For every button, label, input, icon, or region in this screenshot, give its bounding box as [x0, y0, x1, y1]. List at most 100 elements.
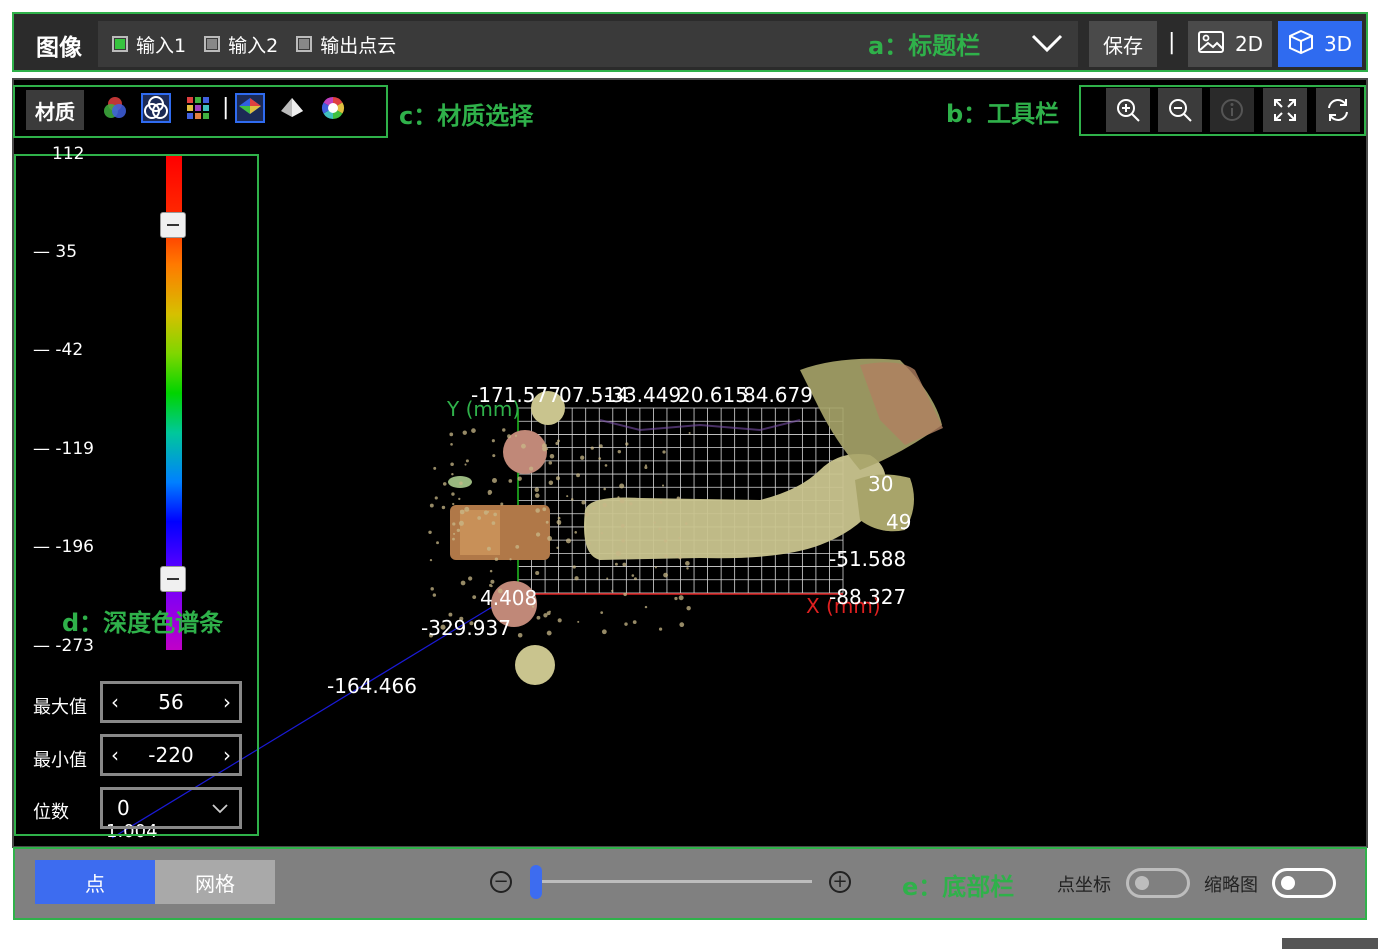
point-speckle [584, 512, 589, 517]
point-speckle [615, 550, 621, 557]
colorbar-tick: 112 [52, 144, 85, 164]
max-value[interactable]: 56 [119, 690, 223, 714]
zoom-in-icon[interactable] [1106, 88, 1150, 132]
annotation-bottom-bar: e：底部栏 [902, 873, 1015, 901]
point-speckle [601, 629, 607, 635]
point-speckle [543, 613, 548, 618]
rgb-circles-icon[interactable] [100, 93, 130, 123]
point-speckle [632, 620, 637, 624]
point-speckle [451, 492, 455, 496]
point-speckle [555, 441, 559, 446]
point-speckle [566, 495, 569, 498]
min-value-stepper[interactable]: ‹ -220 › [100, 734, 242, 776]
point-speckle [590, 446, 594, 450]
point-speckle [557, 618, 562, 623]
point-coord-toggle[interactable] [1126, 868, 1190, 898]
fit-view-icon[interactable] [1263, 88, 1307, 132]
point-speckle [434, 496, 438, 500]
point-speckle [548, 480, 554, 486]
point-speckle [464, 506, 470, 512]
point-speckle [623, 592, 627, 597]
point-speckle [678, 595, 684, 601]
gray-shaded-icon[interactable] [277, 93, 307, 123]
min-value-label: 最小值 [33, 750, 87, 771]
point-speckle [452, 537, 455, 541]
point-speckle [675, 553, 678, 557]
scene-value: 4.408 [480, 586, 538, 610]
point-speckle [577, 620, 580, 623]
point-speckle [658, 527, 662, 531]
chevron-right-icon[interactable]: › [223, 690, 231, 714]
point-speckle [663, 539, 668, 543]
mode-mesh-button[interactable]: 网格 [155, 860, 275, 904]
point-speckle [535, 532, 541, 537]
point-speckle [508, 479, 513, 483]
point-speckle [661, 484, 665, 487]
point-speckle [456, 528, 461, 533]
point-speckle [493, 512, 497, 517]
min-value[interactable]: -220 [119, 743, 223, 767]
point-speckle [617, 496, 620, 499]
point-speckle [619, 498, 625, 504]
chevron-left-icon[interactable]: ‹ [111, 743, 119, 767]
point-speckle [662, 450, 666, 454]
point-speckle [557, 516, 561, 520]
point-speckle [644, 605, 648, 609]
point-speckle [491, 477, 498, 484]
point-speckle [529, 466, 534, 471]
point-speckle [576, 473, 580, 478]
point-speckle [535, 570, 540, 576]
reset-view-icon[interactable] [1316, 88, 1360, 132]
point-speckle [450, 443, 453, 446]
point-speckle [555, 476, 560, 481]
point-speckle [619, 483, 625, 489]
point-speckle [536, 615, 541, 620]
color-grid-icon[interactable] [183, 93, 213, 123]
point-speckle [491, 439, 495, 443]
thumbnail-toggle[interactable] [1272, 868, 1336, 898]
point-speckle [450, 462, 454, 467]
colorbar-min-handle[interactable] [160, 566, 186, 592]
point-speckle [453, 532, 456, 535]
point-speckle [654, 566, 657, 569]
info-icon[interactable] [1210, 88, 1254, 132]
point-speckle [521, 443, 526, 449]
colorbar-tick: — -196 [33, 537, 94, 557]
zoom-plus-icon[interactable]: + [829, 871, 851, 893]
point-speckle [430, 587, 434, 591]
point-speckle [686, 567, 689, 570]
point-speckle [587, 509, 590, 512]
digits-select[interactable]: 0 [100, 787, 242, 829]
point-speckle [428, 530, 432, 535]
point-speckle [502, 428, 506, 432]
point-speckle [477, 516, 482, 520]
colorbar-max-handle[interactable] [160, 212, 186, 238]
point-speckle [548, 461, 553, 465]
point-speckle [486, 546, 491, 551]
point-speckle [542, 507, 547, 512]
rgb-outline-icon[interactable] [141, 93, 171, 123]
point-speckle [500, 502, 504, 506]
point-speckle [688, 431, 691, 435]
material-separator: | [222, 95, 230, 120]
zoom-minus-icon[interactable]: − [490, 871, 512, 893]
point-speckle [658, 627, 663, 631]
depth-cube-icon[interactable] [235, 93, 265, 123]
point-size-slider-track[interactable] [537, 880, 812, 883]
point-speckle [574, 576, 579, 581]
chevron-left-icon[interactable]: ‹ [111, 690, 119, 714]
color-wheel-icon[interactable] [318, 93, 348, 123]
point-speckle [452, 522, 456, 526]
point-speckle [441, 505, 446, 510]
point-size-slider-thumb[interactable] [530, 865, 542, 899]
max-value-label: 最大值 [33, 697, 87, 718]
point-speckle [614, 562, 618, 566]
zoom-out-icon[interactable] [1158, 88, 1202, 132]
point-speckle [486, 510, 490, 513]
mode-point-button[interactable]: 点 [35, 860, 155, 904]
point-speckle [547, 536, 553, 541]
point-speckle [600, 611, 604, 614]
max-value-stepper[interactable]: ‹ 56 › [100, 681, 242, 723]
chevron-right-icon[interactable]: › [223, 743, 231, 767]
point-speckle [546, 630, 552, 636]
